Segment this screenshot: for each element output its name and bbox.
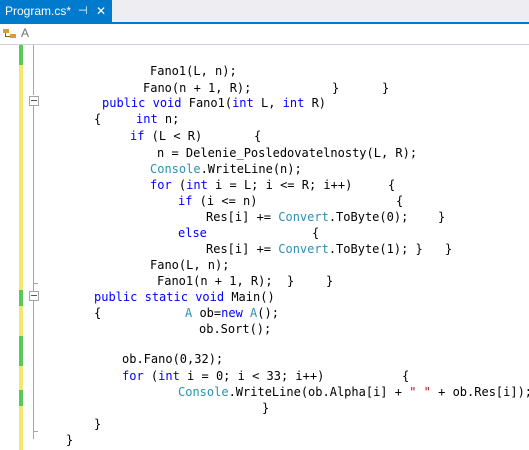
unsaved-change-marker: [19, 306, 23, 336]
tab-title: Program.cs*: [5, 4, 72, 18]
unsaved-change-marker: [19, 366, 23, 390]
outline-end-tick: [33, 283, 38, 284]
code-editor[interactable]: Fano1(L, n); Fano(n + 1, R); } } public …: [0, 45, 529, 450]
code-line: Fano1(n + 1, R); }: [157, 274, 295, 288]
tab-program-cs[interactable]: Program.cs* ⊣ ✕: [0, 0, 112, 24]
code-line: }: [262, 401, 270, 415]
code-line: if (i <= n): [178, 194, 258, 208]
code-line: Res[i] += Convert.ToByte(1); }: [206, 242, 423, 256]
code-line: {: [254, 129, 262, 143]
code-line: {: [396, 194, 404, 208]
code-line: }: [438, 210, 446, 224]
code-line: Fano(n + 1, R);: [143, 81, 252, 95]
outline-guide: [33, 106, 34, 292]
code-line: else: [178, 226, 207, 240]
class-dropdown-label[interactable]: A: [21, 26, 29, 40]
code-line: }: [326, 274, 334, 288]
code-line: for (int i = 0; i < 33; i++): [122, 369, 325, 383]
outline-guide: [33, 301, 34, 439]
code-line: {: [94, 306, 102, 320]
code-line: if (L < R): [130, 129, 203, 143]
code-line: }: [94, 417, 102, 431]
code-line: Res[i] += Convert.ToByte(0);: [206, 210, 409, 224]
pin-icon[interactable]: ⊣: [78, 0, 88, 22]
saved-change-marker: [19, 336, 23, 366]
code-line: {: [388, 178, 396, 192]
code-line: {: [312, 226, 320, 240]
saved-change-marker: [19, 390, 23, 406]
tab-bar: Program.cs* ⊣ ✕: [0, 0, 529, 24]
code-line: }: [66, 433, 74, 447]
collapse-toggle-main[interactable]: [29, 291, 39, 301]
code-line: }: [382, 81, 390, 95]
saved-change-marker: [19, 45, 23, 65]
outline-guide: [33, 45, 34, 95]
close-icon[interactable]: ✕: [96, 0, 106, 22]
code-line: }: [445, 242, 453, 256]
code-line: public static void Main(): [94, 290, 275, 304]
code-line: Console.WriteLine(n);: [150, 162, 302, 176]
code-line: {: [94, 112, 102, 126]
code-line: }: [332, 81, 340, 95]
code-line: int n;: [136, 112, 180, 126]
code-line: ob.Fano(0,32);: [122, 352, 224, 366]
class-icon: [3, 29, 16, 38]
navigation-bar[interactable]: A: [0, 24, 529, 45]
code-line: for (int i = L; i <= R; i++): [150, 178, 353, 192]
unsaved-change-marker: [19, 65, 23, 290]
code-line: {: [402, 369, 410, 383]
code-line: Fano1(L, n);: [150, 64, 237, 78]
code-line: public void Fano1(int L, int R): [102, 96, 327, 110]
saved-change-marker: [19, 290, 23, 306]
unsaved-change-marker: [19, 406, 23, 450]
code-line: A ob=new A();: [185, 306, 279, 320]
outline-end-tick: [33, 431, 38, 432]
code-line: Console.WriteLine(ob.Alpha[i] + " " + ob…: [178, 385, 529, 399]
code-line: n = Delenie_Posledovatelnosty(L, R);: [157, 146, 418, 160]
indicator-margin: [0, 45, 18, 450]
collapse-toggle-fano1[interactable]: [29, 96, 39, 106]
code-line: Fano(L, n);: [150, 258, 230, 272]
code-line: ob.Sort();: [199, 322, 272, 336]
